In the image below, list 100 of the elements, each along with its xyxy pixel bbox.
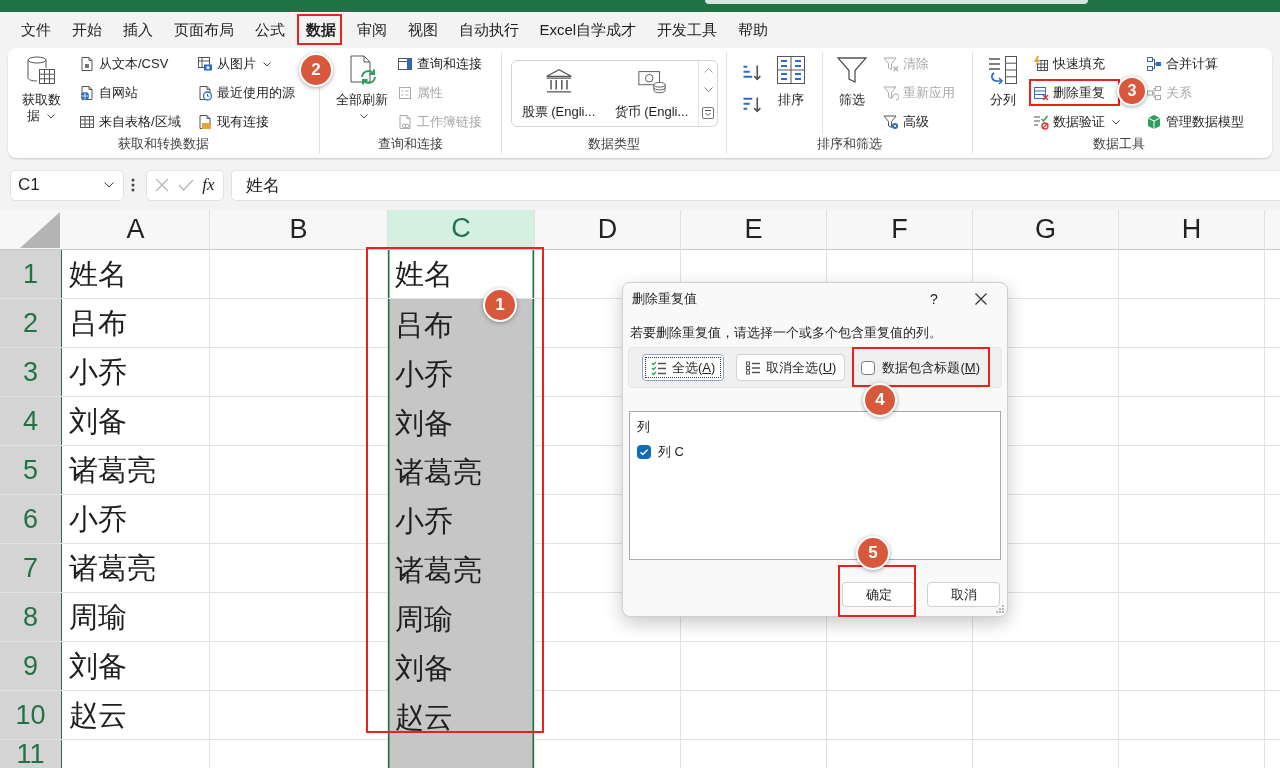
row-header[interactable]: 3 [0, 348, 62, 396]
column-header[interactable]: F [827, 210, 972, 249]
menu-tab[interactable]: 审阅 [346, 15, 397, 44]
ribbon-button[interactable]: 自网站 [76, 81, 141, 105]
menu-tab[interactable]: Excel自学成才 [529, 15, 647, 44]
ribbon-button[interactable]: 合并计算 [1144, 52, 1220, 76]
ok-button[interactable]: 确定 [842, 582, 915, 607]
row-header[interactable]: 10 [0, 691, 62, 739]
column-header[interactable]: A [62, 210, 209, 249]
ribbon-button[interactable]: 来自表格/区域 [76, 110, 184, 134]
group-label: 排序和筛选 [816, 136, 883, 153]
ribbon-button[interactable]: 数据验证 [1031, 110, 1122, 134]
resize-grip-icon[interactable] [996, 605, 1004, 613]
search-field[interactable] [705, 0, 1088, 4]
menu-tab[interactable]: 帮助 [727, 15, 779, 44]
menu-tab[interactable]: 视图 [397, 15, 448, 44]
ribbon-button[interactable]: 从图片 [193, 52, 274, 76]
scroll-down-icon[interactable] [703, 87, 713, 93]
select-all-button[interactable]: 全选(A) [642, 354, 725, 381]
ribbon-button[interactable]: 全部刷新 [334, 52, 390, 124]
ribbon-button[interactable]: 排序 [771, 52, 811, 108]
menu-tab[interactable]: 文件 [10, 15, 61, 44]
row-header[interactable]: 6 [0, 495, 62, 543]
menu-tab[interactable]: 插入 [112, 15, 163, 44]
close-icon[interactable] [975, 292, 987, 305]
checkbox-label[interactable]: 数据包含标题(M) [882, 358, 980, 377]
group-label: 数据类型 [587, 136, 641, 153]
ribbon-button[interactable]: 管理数据模型 [1144, 110, 1246, 134]
checkbox[interactable] [637, 445, 651, 459]
side-panel-icon [397, 56, 413, 72]
row-header[interactable]: 9 [0, 642, 62, 690]
instruction-text: 若要删除重复值，请选择一个或多个包含重复值的列。 [630, 324, 943, 342]
ribbon-button[interactable]: 删除重复 [1031, 81, 1107, 105]
menu-tab[interactable]: 开始 [61, 15, 112, 44]
row-header[interactable]: 4 [0, 397, 62, 445]
ribbon-button[interactable]: 高级 [880, 110, 932, 134]
menu-tab[interactable]: 自动执行 [448, 15, 529, 44]
database-table-icon [25, 54, 57, 86]
ribbon-button[interactable]: 筛选 [832, 52, 872, 108]
checklist-icon [651, 359, 667, 376]
cancel-button[interactable]: 取消 [927, 582, 1000, 607]
column-header[interactable]: B [210, 210, 387, 249]
sheet-cell-text: 周瑜 [395, 602, 453, 638]
caret-icon [104, 182, 114, 188]
more-icon[interactable] [131, 178, 135, 192]
sheet-cell-text: 赵云 [68, 698, 128, 733]
menu-tab[interactable]: 公式 [244, 15, 295, 44]
menu-tab[interactable]: 页面布局 [163, 15, 244, 44]
column-header[interactable]: G [973, 210, 1118, 249]
row-header[interactable]: 5 [0, 446, 62, 494]
column-header[interactable]: C [388, 210, 534, 249]
sheet-cell-text: 小乔 [68, 355, 128, 390]
sort-descending-icon[interactable] [741, 95, 761, 115]
filter-refresh-icon [883, 85, 899, 101]
row-header[interactable]: 7 [0, 544, 62, 592]
gallery-item[interactable]: 货币 (Engli... [605, 61, 698, 126]
sheet-cell-text: 诸葛亮 [68, 453, 157, 488]
sheet-cell-text: 小乔 [395, 357, 453, 393]
sheet-cell-text: 刘备 [395, 651, 453, 687]
sheet-cell-text: 姓名 [68, 257, 128, 292]
document-icon [79, 56, 95, 72]
column-header[interactable]: H [1119, 210, 1264, 249]
document-clock-icon [196, 85, 213, 101]
insert-function-button[interactable]: fx [202, 175, 215, 195]
menu-tab[interactable]: 开发工具 [646, 15, 728, 44]
ribbon-button[interactable]: 快速填充 [1031, 52, 1107, 76]
ribbon-button[interactable]: 从文本/CSV [76, 52, 172, 76]
remove-duplicates-icon [1033, 85, 1049, 101]
ribbon-button[interactable]: 获取数据 [16, 52, 66, 124]
expand-gallery-icon[interactable] [702, 106, 714, 119]
group-label: 获取和转换数据 [117, 136, 210, 153]
column-header[interactable]: E [681, 210, 826, 249]
row-header[interactable]: 1 [0, 250, 62, 298]
ribbon-button[interactable]: 现有连接 [193, 110, 272, 134]
row-header[interactable]: 8 [0, 593, 62, 641]
help-button[interactable]: ? [919, 285, 949, 312]
sheet-cell-text: 小乔 [68, 502, 128, 537]
menu-tab[interactable]: 数据 [295, 15, 346, 44]
column-header[interactable]: D [535, 210, 680, 249]
sheet-cell-text: 周瑜 [68, 600, 128, 635]
name-box[interactable]: C1 [10, 169, 124, 201]
formula-input[interactable]: 姓名 [231, 169, 1280, 201]
sheet-cell-text: 刘备 [68, 404, 128, 439]
gallery-item[interactable]: 股票 (Engli... [512, 61, 605, 126]
deselect-all-button[interactable]: 取消全选(U) [736, 354, 846, 381]
ribbon-button[interactable]: 分列 [983, 52, 1023, 108]
checkbox[interactable] [861, 360, 876, 375]
ribbon-button[interactable]: 最近使用的源 [193, 81, 298, 105]
list-item[interactable]: 列 C [658, 443, 684, 461]
scroll-up-icon[interactable] [703, 68, 713, 74]
group-label: 数据工具 [1092, 136, 1146, 153]
row-header[interactable]: 11 [0, 740, 62, 768]
table-camera-icon [196, 56, 213, 72]
sort-ascending-icon[interactable] [741, 63, 761, 83]
ribbon-button[interactable]: 查询和连接 [394, 52, 485, 76]
table-icon [79, 114, 95, 130]
filter-icon [836, 54, 868, 86]
row-header[interactable]: 2 [0, 299, 62, 347]
split-columns-icon [987, 54, 1019, 86]
properties-icon [397, 85, 413, 101]
